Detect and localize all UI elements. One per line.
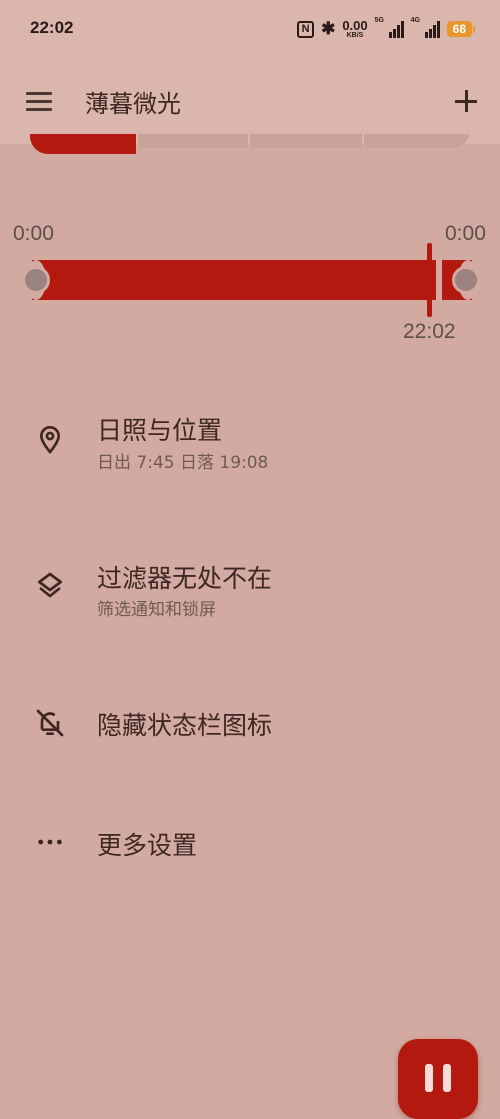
location-pin-icon: [39, 425, 61, 455]
timeline-slider[interactable]: [22, 243, 482, 317]
bell-off-icon: [36, 709, 64, 737]
setting-title: 日照与位置: [97, 416, 223, 445]
status-bar: 22:02 N ✱ 0.00 KB/S 5G 4G 68: [0, 0, 500, 60]
timeline-current-time-marker: [427, 243, 432, 317]
timeline-end-handle[interactable]: [452, 266, 480, 294]
bluetooth-icon: ✱: [321, 19, 336, 38]
app-title: 薄暮微光: [85, 90, 181, 118]
timeline-start-label: 0:00: [13, 222, 54, 245]
setting-subtitle: 筛选通知和锁屏: [97, 600, 216, 620]
timeline-active-range: [32, 260, 436, 300]
status-time: 22:02: [30, 18, 74, 37]
setting-hide-statusbar-icon[interactable]: 隐藏状态栏图标: [0, 690, 500, 756]
signal-4g-icon: 4G: [410, 17, 440, 38]
setting-sun-location[interactable]: 日照与位置 日出 7:45 日落 19:08: [0, 405, 500, 495]
timeline-start-handle[interactable]: [22, 266, 50, 294]
schedule-bar-partial: [30, 134, 470, 156]
network-speed-unit: KB/S: [346, 32, 364, 39]
status-icons: N ✱ 0.00 KB/S 5G 4G 68: [297, 17, 476, 41]
setting-title: 更多设置: [97, 831, 198, 860]
setting-filter-everywhere[interactable]: 过滤器无处不在 筛选通知和锁屏: [0, 553, 500, 643]
setting-title: 过滤器无处不在: [97, 564, 273, 593]
battery-icon: 68: [446, 21, 476, 37]
setting-title: 隐藏状态栏图标: [97, 711, 273, 740]
signal-5g-icon: 5G: [374, 17, 404, 38]
pause-icon: [425, 1064, 433, 1092]
add-icon[interactable]: [452, 87, 480, 115]
pause-button[interactable]: [398, 1039, 478, 1119]
app-bar: 薄暮微光: [0, 60, 500, 144]
setting-subtitle: 日出 7:45 日落 19:08: [97, 453, 269, 473]
signal-5g-tag: 5G: [374, 17, 384, 24]
network-speed: 0.00 KB/S: [342, 19, 367, 39]
layers-icon: [38, 572, 62, 598]
timeline-current-time-label: 22:02: [403, 320, 456, 343]
more-horizontal-icon: [38, 839, 62, 845]
menu-icon[interactable]: [24, 86, 54, 116]
signal-4g-tag: 4G: [410, 17, 420, 24]
setting-more[interactable]: 更多设置: [0, 812, 500, 872]
network-speed-value: 0.00: [342, 18, 368, 33]
timeline-end-label: 0:00: [445, 222, 486, 245]
nfc-icon: N: [297, 20, 315, 38]
